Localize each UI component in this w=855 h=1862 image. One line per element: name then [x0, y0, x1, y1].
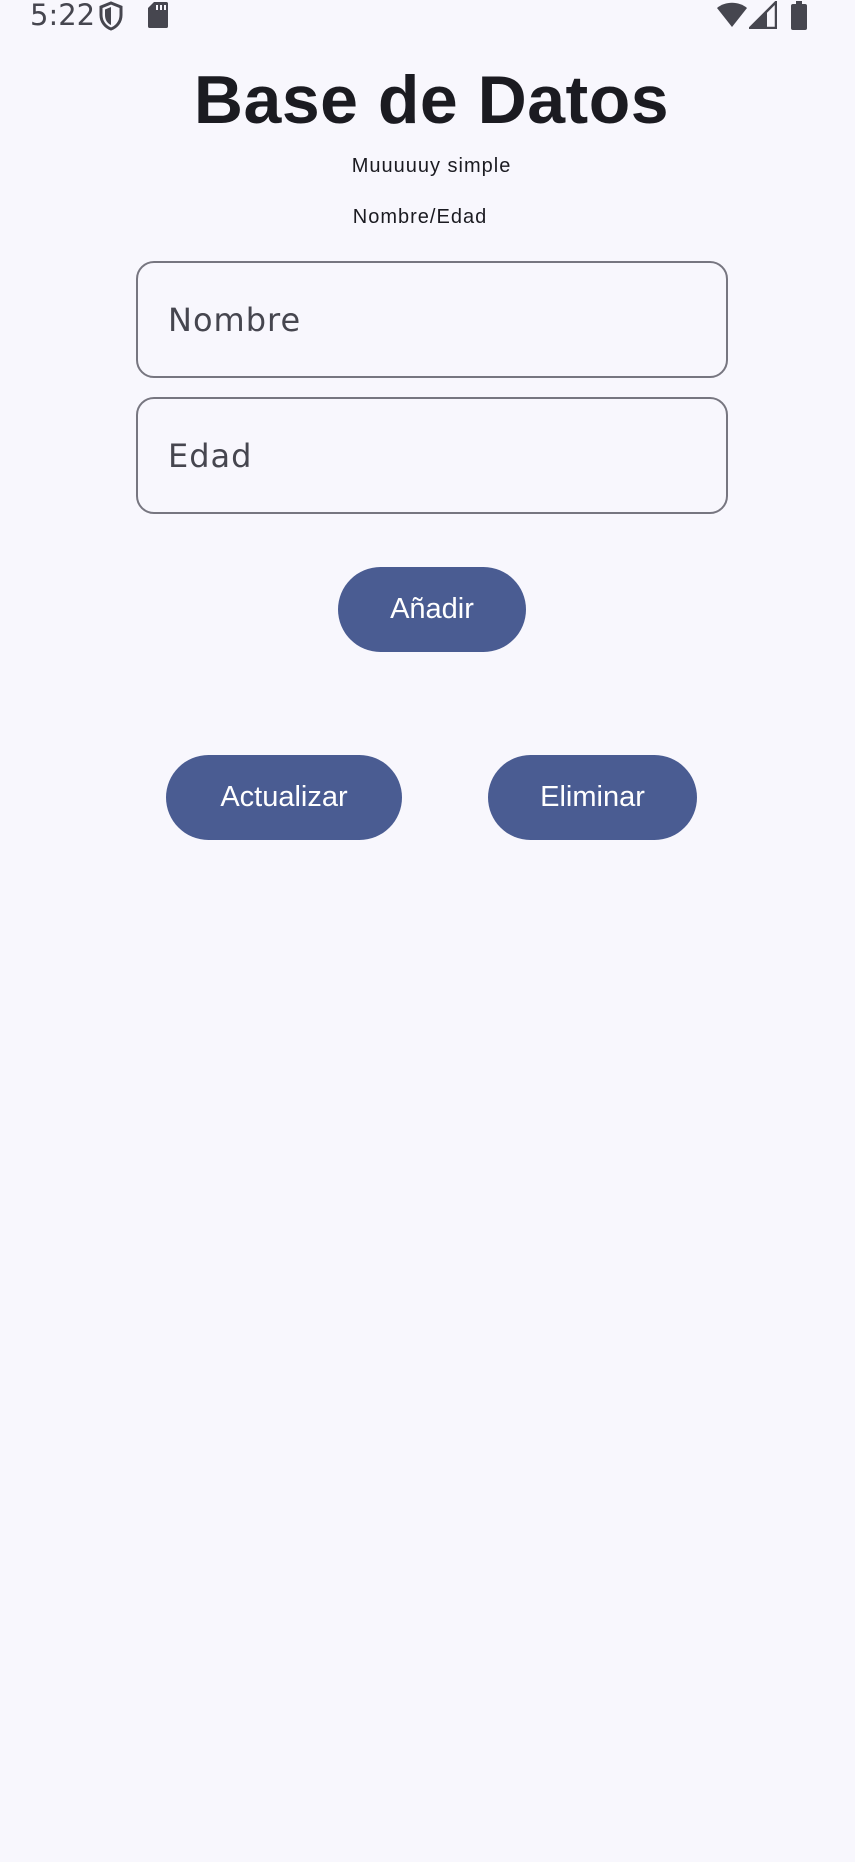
page-subtitle: Muuuuuy simple: [351, 155, 512, 177]
cell-signal-icon: [746, 0, 778, 34]
battery-icon: [790, 1, 808, 36]
shield-icon: [98, 1, 124, 36]
age-field[interactable]: [136, 397, 728, 514]
field-format-hint: Nombre/Edad: [352, 206, 488, 228]
name-field[interactable]: [136, 261, 728, 378]
status-time: 5:22: [30, 0, 96, 32]
sd-card-icon: [147, 1, 169, 34]
name-input[interactable]: [168, 263, 698, 376]
delete-button[interactable]: Eliminar: [488, 755, 697, 840]
add-button[interactable]: Añadir: [338, 567, 526, 652]
update-button[interactable]: Actualizar: [166, 755, 402, 840]
age-input[interactable]: [168, 399, 698, 512]
wifi-icon: [716, 1, 748, 34]
status-bar: 5:22: [0, 0, 855, 34]
page-title: Base de Datos: [193, 62, 670, 138]
